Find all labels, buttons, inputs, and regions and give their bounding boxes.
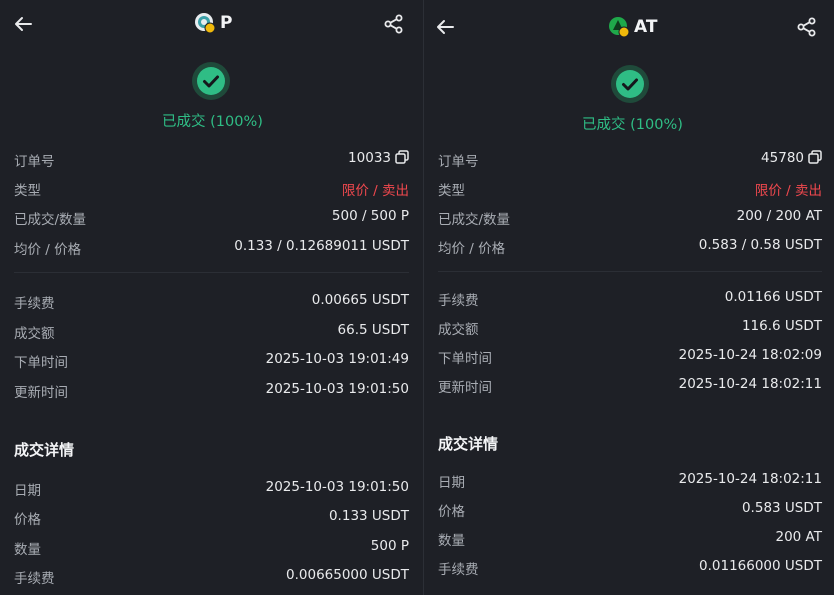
share-icon[interactable]: [796, 16, 818, 38]
filled-quantity-row: 已成交/数量 500 / 500 P: [14, 208, 409, 228]
row-value: 45780: [761, 150, 822, 166]
order-status: 已成交 (100%): [582, 117, 683, 133]
row-value: 0.583 USDT: [741, 500, 822, 516]
row-label: 更新时间: [438, 380, 492, 396]
row-label: 已成交/数量: [14, 212, 87, 228]
row-label: 订单号: [14, 154, 55, 170]
row-label: 数量: [438, 533, 465, 549]
row-label: 价格: [14, 512, 41, 528]
trade-details-title: 成交详情: [438, 435, 499, 453]
coin-symbol: P: [220, 13, 233, 33]
coin-header: P: [194, 12, 232, 34]
row-label: 下单时间: [438, 351, 492, 367]
row-value: 116.6 USDT: [741, 318, 822, 334]
row-value: 0.133 / 0.12689011 USDT: [234, 238, 409, 254]
trade-date-row: 日期 2025-10-24 18:02:11: [438, 471, 822, 491]
row-value: 2025-10-03 19:01:50: [265, 479, 409, 495]
update-time-row: 更新时间 2025-10-03 19:01:50: [14, 381, 409, 401]
row-value: 限价 / 卖出: [341, 183, 409, 199]
trade-date-row: 日期 2025-10-03 19:01:50: [14, 479, 409, 499]
row-value: 0.01166 USDT: [724, 289, 822, 305]
row-label: 已成交/数量: [438, 212, 511, 228]
back-arrow-icon[interactable]: [434, 16, 456, 38]
row-value: 2025-10-24 18:02:11: [678, 471, 822, 487]
row-label: 手续费: [438, 293, 479, 309]
trade-quantity-row: 数量 500 P: [14, 538, 409, 558]
row-label: 日期: [14, 483, 41, 499]
order-id-row: 订单号 10033: [14, 150, 409, 170]
order-id: 45780: [761, 150, 804, 166]
row-value: 0.01166000 USDT: [699, 558, 822, 574]
fee-row: 手续费 0.00665 USDT: [14, 292, 409, 312]
at-coin-icon: [609, 17, 630, 38]
row-label: 日期: [438, 475, 465, 491]
check-circle-icon: [611, 65, 649, 103]
row-value: 2025-10-03 19:01:50: [265, 381, 409, 397]
row-value: 0.133 USDT: [328, 508, 409, 524]
row-value: 500 P: [370, 538, 409, 554]
order-type-row: 类型 限价 / 卖出: [14, 179, 409, 199]
update-time-row: 更新时间 2025-10-24 18:02:11: [438, 376, 822, 396]
row-label: 类型: [14, 183, 41, 199]
row-label: 类型: [438, 183, 465, 199]
trade-fee-row: 手续费 0.01166000 USDT: [438, 558, 822, 578]
avg-price-row: 均价 / 价格 0.133 / 0.12689011 USDT: [14, 238, 409, 258]
row-value: 66.5 USDT: [337, 322, 409, 338]
order-status: 已成交 (100%): [162, 114, 263, 130]
row-label: 价格: [438, 504, 465, 520]
share-icon[interactable]: [383, 13, 405, 35]
trade-quantity-row: 数量 200 AT: [438, 529, 822, 549]
row-value: 200 AT: [775, 529, 823, 545]
top-bar: AT: [424, 0, 834, 48]
row-label: 数量: [14, 542, 41, 558]
order-time-row: 下单时间 2025-10-03 19:01:49: [14, 351, 409, 371]
turnover-row: 成交额 66.5 USDT: [14, 322, 409, 342]
row-value: 10033: [348, 150, 409, 166]
coin-symbol: AT: [634, 17, 658, 37]
row-value: 2025-10-24 18:02:11: [678, 376, 822, 392]
divider: [438, 271, 822, 272]
avg-price-row: 均价 / 价格 0.583 / 0.58 USDT: [438, 237, 822, 257]
row-label: 手续费: [14, 296, 55, 312]
copy-icon[interactable]: [808, 150, 822, 164]
trade-price-row: 价格 0.133 USDT: [14, 508, 409, 528]
order-id-row: 订单号 45780: [438, 150, 822, 170]
trade-fee-row: 手续费 0.00665000 USDT: [14, 567, 409, 587]
coin-header: AT: [608, 16, 657, 38]
row-value: 2025-10-24 18:02:09: [678, 347, 822, 363]
row-value: 0.583 / 0.58 USDT: [698, 237, 822, 253]
row-value: 0.00665 USDT: [311, 292, 409, 308]
divider: [14, 272, 409, 273]
row-label: 手续费: [14, 571, 55, 587]
row-value: 500 / 500 P: [331, 208, 409, 224]
row-label: 均价 / 价格: [14, 242, 82, 258]
trade-details-title: 成交详情: [14, 441, 75, 459]
row-label: 成交额: [14, 326, 55, 342]
row-label: 手续费: [438, 562, 479, 578]
order-detail-panel-at: AT 已成交 (100%) 订单号 45780 类型 限价 / 卖出 已成交/数…: [423, 0, 834, 595]
order-time-row: 下单时间 2025-10-24 18:02:09: [438, 347, 822, 367]
row-value: 2025-10-03 19:01:49: [265, 351, 409, 367]
fee-row: 手续费 0.01166 USDT: [438, 289, 822, 309]
row-value: 0.00665000 USDT: [286, 567, 409, 583]
top-bar: P: [0, 0, 423, 48]
row-label: 下单时间: [14, 355, 68, 371]
row-label: 订单号: [438, 154, 479, 170]
back-arrow-icon[interactable]: [12, 13, 34, 35]
p-coin-icon: [195, 13, 216, 34]
order-type-row: 类型 限价 / 卖出: [438, 179, 822, 199]
turnover-row: 成交额 116.6 USDT: [438, 318, 822, 338]
filled-quantity-row: 已成交/数量 200 / 200 AT: [438, 208, 822, 228]
row-label: 成交额: [438, 322, 479, 338]
trade-price-row: 价格 0.583 USDT: [438, 500, 822, 520]
row-value: 200 / 200 AT: [736, 208, 822, 224]
check-circle-icon: [192, 62, 230, 100]
order-detail-panel-p: P 已成交 (100%) 订单号 10033 类型 限价 / 卖出 已成交/数量: [0, 0, 423, 595]
order-id: 10033: [348, 150, 391, 166]
copy-icon[interactable]: [395, 150, 409, 164]
row-label: 均价 / 价格: [438, 241, 506, 257]
row-label: 更新时间: [14, 385, 68, 401]
row-value: 限价 / 卖出: [754, 183, 822, 199]
